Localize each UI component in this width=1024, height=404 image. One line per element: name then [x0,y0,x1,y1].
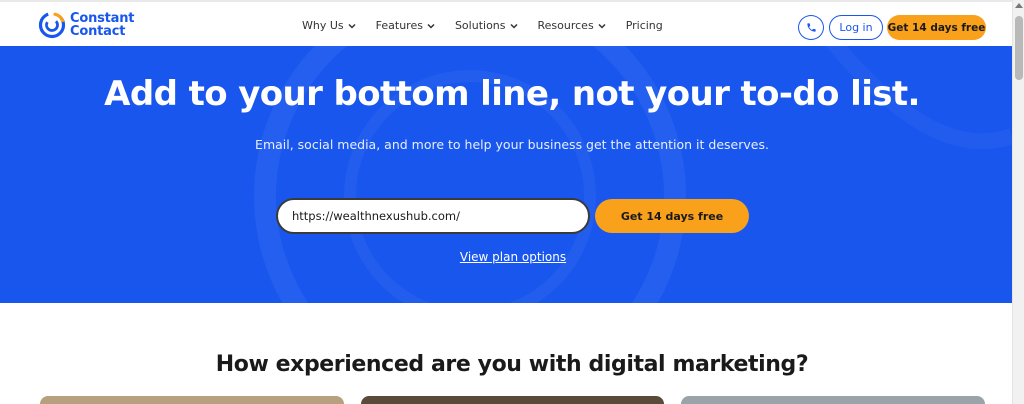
chevron-down-icon [427,23,435,29]
login-button[interactable]: Log in [829,15,883,40]
view-plan-options-link[interactable]: View plan options [0,250,1012,264]
chevron-down-icon [348,23,356,29]
hero-banner: Add to your bottom line, not your to-do … [0,46,1012,303]
experience-card[interactable] [681,396,985,404]
website-url-input[interactable] [276,198,590,234]
page-scrollbar[interactable] [1012,0,1024,404]
nav-item-pricing[interactable]: Pricing [626,19,663,32]
logo-line-2: Contact [70,24,126,39]
main-nav: Why Us Features Solutions Resources Pric… [302,19,683,32]
scrollbar-thumb[interactable] [1015,16,1023,80]
logo-wordmark: Constant Contact [70,12,135,39]
hero-free-trial-button[interactable]: Get 14 days free [595,199,749,233]
hero-title: Add to your bottom line, not your to-do … [104,74,920,114]
nav-item-resources[interactable]: Resources [538,19,606,32]
section-heading: How experienced are you with digital mar… [215,352,809,377]
experience-card[interactable] [40,396,344,404]
nav-item-solutions[interactable]: Solutions [455,19,518,32]
header-free-trial-button[interactable]: Get 14 days free [887,15,986,40]
phone-icon [806,23,816,32]
experience-card[interactable] [361,396,664,404]
scroll-up-arrow-icon[interactable] [1015,3,1023,8]
constant-contact-logo[interactable]: Constant Contact [38,11,135,39]
page: Constant Contact Why Us Features Solutio… [0,0,1012,404]
chevron-down-icon [509,23,518,29]
nav-label: Features [375,19,423,32]
logo-mark-icon [38,11,66,39]
chevron-down-icon [598,23,606,29]
experience-cards [0,396,1012,404]
nav-item-why-us[interactable]: Why Us [302,19,356,32]
nav-label: Pricing [625,19,663,32]
hero-subtitle: Email, social media, and more to help yo… [255,137,769,152]
nav-label: Why Us [302,19,344,32]
nav-label: Solutions [454,19,506,32]
phone-button[interactable] [798,15,824,40]
nav-item-features[interactable]: Features [376,19,435,32]
nav-label: Resources [537,19,594,32]
site-header: Constant Contact Why Us Features Solutio… [0,0,1012,46]
